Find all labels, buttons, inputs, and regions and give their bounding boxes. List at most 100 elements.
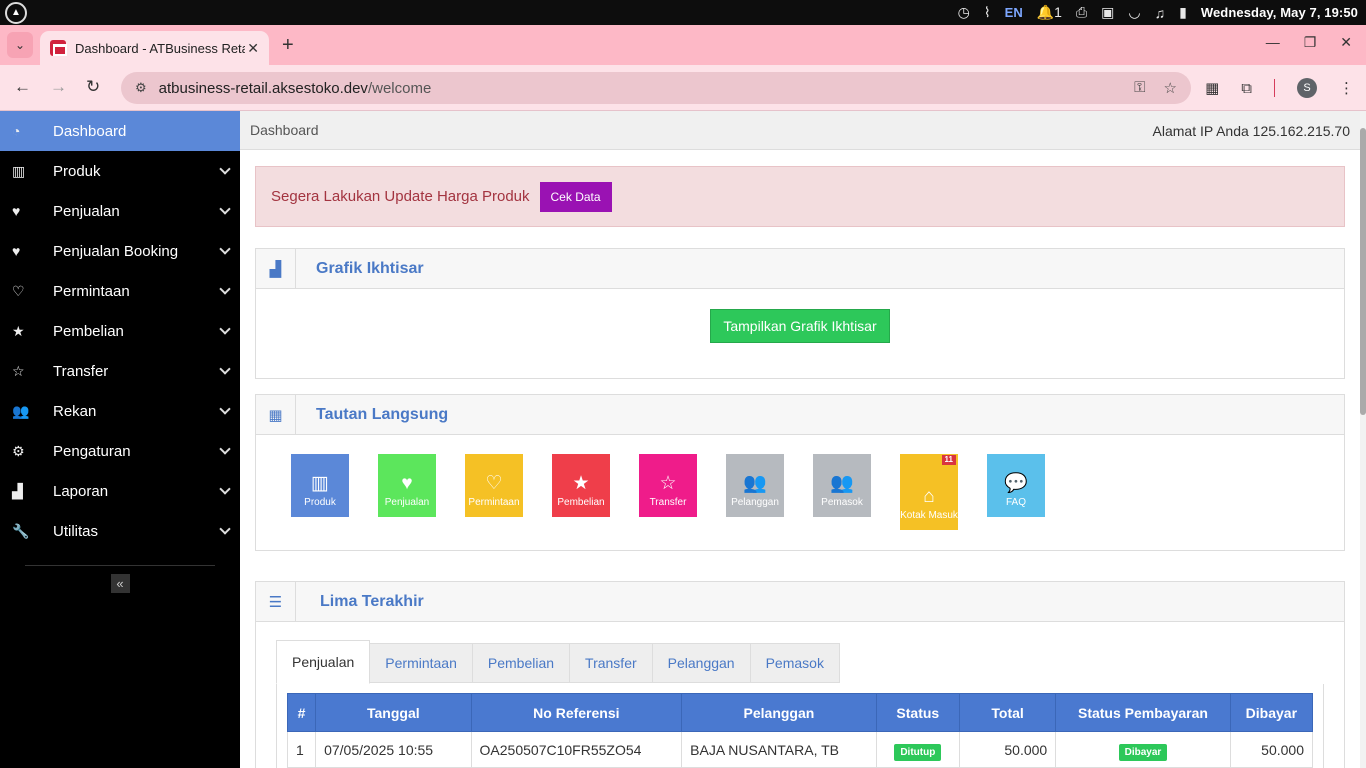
- bar-chart-icon: ▟: [256, 248, 296, 289]
- cell-no: 1: [286, 731, 317, 768]
- chevron-down-icon: [219, 523, 231, 535]
- quick-link-transfer[interactable]: ☆ Transfer: [639, 454, 697, 517]
- site-favicon-icon: [50, 40, 67, 56]
- sidebar-item-laporan[interactable]: ▟ Laporan: [0, 471, 240, 511]
- quick-link-label: Transfer: [649, 497, 687, 508]
- lima-terakhir-panel: ☰ Lima Terakhir Penjualan Permintaan Pembe…: [255, 581, 1345, 768]
- barcode-icon: ▥: [311, 473, 329, 494]
- forward-icon[interactable]: →: [50, 77, 67, 97]
- panel-body: Tampilkan Grafik Ikhtisar: [256, 289, 1344, 343]
- restore-icon[interactable]: ❐: [1304, 34, 1317, 51]
- quick-link-faq[interactable]: 💬 FAQ: [987, 454, 1045, 517]
- heart-icon: ♥: [12, 203, 21, 219]
- profile-avatar[interactable]: S: [1297, 78, 1317, 98]
- address-bar[interactable]: ⚙ atbusiness-retail.aksestoko.dev/welcom…: [121, 72, 1191, 104]
- quick-link-penjualan[interactable]: ♥ Penjualan: [378, 454, 436, 517]
- sidebar-item-permintaan[interactable]: ♡ Permintaan: [0, 271, 240, 311]
- sidebar-item-label: Penjualan: [53, 202, 120, 220]
- cell-pelanggan: BAJA NUSANTARA, TB: [681, 731, 877, 768]
- site-info-icon[interactable]: ⚙: [135, 80, 147, 96]
- paperclip-icon[interactable]: ⌇: [984, 4, 991, 21]
- sidebar-item-label: Utilitas: [53, 522, 99, 540]
- clock[interactable]: Wednesday, May 7, 19:50: [1201, 5, 1358, 20]
- panel-header: ▟ Grafik Ikhtisar: [256, 248, 1344, 289]
- chevron-down-icon: [219, 483, 231, 495]
- quick-link-pelanggan[interactable]: 👥 Pelanggan: [726, 454, 784, 517]
- cek-data-button[interactable]: Cek Data: [539, 181, 612, 212]
- sidebar-item-penjualan-booking[interactable]: ♥ Penjualan Booking: [0, 231, 240, 271]
- show-chart-button[interactable]: Tampilkan Grafik Ikhtisar: [710, 309, 890, 343]
- quick-link-pembelian[interactable]: ★ Pembelian: [552, 454, 610, 517]
- keyboard-language[interactable]: EN: [1005, 5, 1023, 20]
- sidebar-item-dashboard[interactable]: ◔ Dashboard: [0, 111, 240, 151]
- quick-link-label: Permintaan: [468, 497, 520, 508]
- back-icon[interactable]: ←: [14, 77, 31, 97]
- status-badge: Dibayar: [1118, 743, 1168, 761]
- column-header: Dibayar: [1229, 693, 1314, 732]
- quick-link-label: Kotak Masuk: [900, 510, 958, 521]
- tab-pembelian[interactable]: Pembelian: [472, 643, 571, 683]
- sidebar-item-penjualan[interactable]: ♥ Penjualan: [0, 191, 240, 231]
- scrollbar-thumb[interactable]: [1360, 128, 1366, 415]
- sidebar-item-label: Produk: [53, 162, 101, 180]
- comments-icon: 💬: [1004, 473, 1028, 494]
- table-body: 1 07/05/2025 10:55 OA250507C10FR55ZO54 BAJA…: [286, 731, 1314, 768]
- table-row[interactable]: 1 07/05/2025 10:55 OA250507C10FR55ZO54 BAJA…: [286, 731, 1314, 768]
- sidebar-collapse-button[interactable]: «: [110, 574, 130, 593]
- reload-icon[interactable]: ↻: [86, 77, 100, 97]
- os-launcher-icon[interactable]: ▲: [5, 1, 27, 24]
- breadcrumb-current[interactable]: Dashboard: [250, 122, 319, 138]
- column-header: #: [286, 693, 317, 732]
- extensions-puzzle-icon[interactable]: ⧉: [1241, 80, 1252, 97]
- quick-link-permintaan[interactable]: ♡ Permintaan: [465, 454, 523, 517]
- browser-tab-active[interactable]: Dashboard - ATBusiness Retail ✕: [40, 31, 269, 65]
- quick-link-label: FAQ: [1005, 497, 1026, 508]
- battery-icon[interactable]: ▮: [1179, 4, 1187, 21]
- tab-pemasok[interactable]: Pemasok: [750, 643, 840, 683]
- heart-outline-icon: ♡: [485, 473, 503, 494]
- sidebar-item-label: Rekan: [53, 402, 97, 420]
- inbox-icon: ⌂: [923, 486, 935, 507]
- quick-link-produk[interactable]: ▥ Produk: [291, 454, 349, 517]
- sidebar-item-utilitas[interactable]: 🔧 Utilitas: [0, 511, 240, 551]
- qr-code-icon[interactable]: ▦: [1205, 79, 1219, 97]
- sidebar-item-rekan[interactable]: 👥 Rekan: [0, 391, 240, 431]
- panel-title: Tautan Langsung: [316, 405, 449, 423]
- tab-penjualan[interactable]: Penjualan: [276, 640, 371, 684]
- panel-header: ▦ Tautan Langsung: [256, 394, 1344, 435]
- music-icon[interactable]: ♫: [1155, 5, 1166, 21]
- wifi-icon[interactable]: ◡: [1128, 4, 1140, 21]
- browser-menu-icon[interactable]: ⋮: [1339, 79, 1354, 97]
- notification-bell-icon[interactable]: 🔔1: [1037, 4, 1062, 21]
- clipboard-icon[interactable]: ▣: [1101, 4, 1114, 21]
- password-key-icon[interactable]: ⚿: [1134, 79, 1145, 97]
- sidebar: ◔ Dashboard ▥ Produk ♥ Penjualan ♥ Penjualan Bo…: [0, 111, 240, 768]
- tab-title: Dashboard - ATBusiness Retail: [75, 40, 245, 56]
- cell-tanggal: 07/05/2025 10:55: [315, 731, 472, 768]
- quick-link-pemasok[interactable]: 👥 Pemasok: [813, 454, 871, 517]
- barcode-icon: ▥: [12, 162, 26, 179]
- tab-pelanggan[interactable]: Pelanggan: [652, 643, 751, 683]
- printer-icon[interactable]: ⎙: [1076, 4, 1087, 21]
- chevron-down-icon: [219, 323, 231, 335]
- sidebar-item-pengaturan[interactable]: ⚙ Pengaturan: [0, 431, 240, 471]
- users-icon: 👥: [830, 473, 854, 494]
- sidebar-item-produk[interactable]: ▥ Produk: [0, 151, 240, 191]
- new-tab-button[interactable]: +: [282, 34, 294, 57]
- sidebar-item-transfer[interactable]: ☆ Transfer: [0, 351, 240, 391]
- url-text[interactable]: atbusiness-retail.aksestoko.dev/welcome: [159, 80, 432, 97]
- close-window-icon[interactable]: ✕: [1340, 34, 1352, 51]
- bookmark-star-icon[interactable]: ☆: [1164, 79, 1177, 97]
- tab-transfer[interactable]: Transfer: [570, 643, 653, 683]
- tab-search-button[interactable]: ⌄: [7, 32, 33, 58]
- tab-close-icon[interactable]: ✕: [247, 40, 259, 57]
- tab-permintaan[interactable]: Permintaan: [370, 643, 473, 683]
- minimize-icon[interactable]: —: [1266, 34, 1280, 51]
- timer-icon[interactable]: ◷: [958, 4, 970, 21]
- chevron-down-icon: [219, 403, 231, 415]
- quick-link-kotak-masuk[interactable]: 11 ⌂ Kotak Masuk: [900, 454, 958, 530]
- chevron-down-icon: [219, 163, 231, 175]
- sidebar-item-pembelian[interactable]: ★ Pembelian: [0, 311, 240, 351]
- quick-link-label: Pemasok: [821, 497, 863, 508]
- quick-link-label: Produk: [304, 497, 336, 508]
